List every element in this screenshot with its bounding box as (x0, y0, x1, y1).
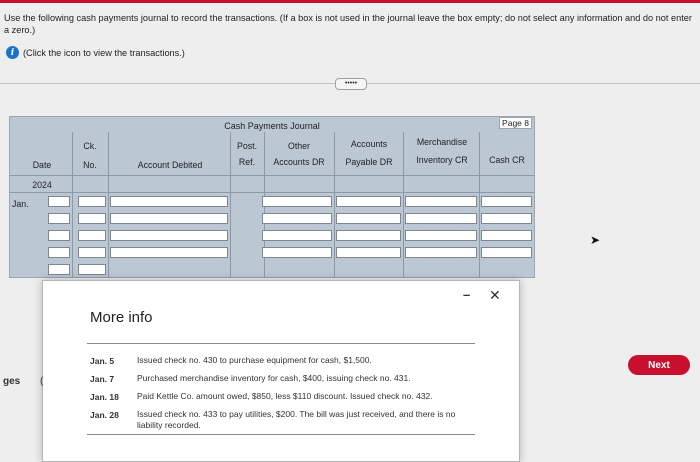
date-input[interactable] (48, 264, 70, 275)
other-accounts-input[interactable] (262, 213, 332, 224)
transaction-date: Jan. 18 (90, 392, 119, 402)
header-date: Date (32, 160, 52, 170)
other-accounts-input[interactable] (262, 230, 332, 241)
grid-line (479, 132, 480, 277)
cash-cr-input[interactable] (481, 196, 532, 207)
date-input[interactable] (48, 247, 70, 258)
journal-title: Cash Payments Journal (224, 121, 320, 131)
account-debited-input[interactable] (110, 196, 228, 207)
top-accent-bar (0, 0, 700, 3)
account-debited-input[interactable] (110, 213, 228, 224)
transaction-description: Issued check no. 433 to pay utilities, $… (137, 409, 456, 430)
check-number-input[interactable] (78, 196, 106, 207)
more-info-dialog: – ✕ More info Jan. 5 Issued check no. 43… (42, 280, 520, 462)
next-button[interactable]: Next (628, 355, 690, 375)
accounts-payable-input[interactable] (336, 247, 401, 258)
date-input[interactable] (48, 213, 70, 224)
merchandise-inventory-input[interactable] (405, 196, 477, 207)
date-input[interactable] (48, 196, 70, 207)
grid-line (334, 132, 335, 277)
check-number-input[interactable] (78, 213, 106, 224)
grid-line (108, 132, 109, 277)
header-cash: Cash CR (489, 155, 525, 165)
header-other-bottom: Accounts DR (273, 157, 325, 167)
expand-button[interactable]: ••••• (335, 78, 367, 90)
header-account-debited: Account Debited (137, 160, 203, 170)
background-fragment-text: ges (3, 376, 21, 387)
check-number-input[interactable] (78, 264, 106, 275)
transaction-date: Jan. 7 (90, 374, 115, 384)
transaction-description: Issued check no. 430 to purchase equipme… (137, 355, 372, 365)
transaction-description: Paid Kettle Co. amount owed, $850, less … (137, 391, 433, 401)
cash-cr-input[interactable] (481, 213, 532, 224)
date-input[interactable] (48, 230, 70, 241)
transactions-list: Jan. 5 Issued check no. 430 to purchase … (87, 343, 475, 435)
header-ap-top: Accounts (350, 139, 388, 149)
account-debited-input[interactable] (110, 230, 228, 241)
grid-line (72, 132, 73, 277)
accounts-payable-input[interactable] (336, 196, 401, 207)
header-ck-bottom: No. (83, 160, 97, 170)
header-post-top: Post. (236, 141, 258, 151)
accounts-payable-input[interactable] (336, 213, 401, 224)
header-post-bottom: Ref. (238, 157, 256, 167)
check-number-input[interactable] (78, 230, 106, 241)
check-number-input[interactable] (78, 247, 106, 258)
transaction-description: Purchased merchandise inventory for cash… (137, 373, 411, 383)
merchandise-inventory-input[interactable] (405, 230, 477, 241)
page-number: Page 8 (499, 117, 532, 129)
info-icon[interactable]: i (6, 46, 19, 59)
other-accounts-input[interactable] (262, 196, 332, 207)
grid-line (403, 132, 404, 277)
cash-cr-input[interactable] (481, 230, 532, 241)
grid-line (10, 192, 534, 193)
merchandise-inventory-input[interactable] (405, 247, 477, 258)
cash-payments-journal: Cash Payments Journal Page 8 Date Ck. No… (9, 116, 535, 278)
month-label: Jan. (12, 199, 29, 209)
account-debited-input[interactable] (110, 247, 228, 258)
transaction-date: Jan. 5 (90, 356, 115, 366)
grid-line (230, 132, 231, 277)
mouse-cursor-icon: ➤ (590, 233, 601, 247)
instructions-text: Use the following cash payments journal … (4, 13, 692, 35)
transaction-date: Jan. 28 (90, 410, 119, 420)
header-ap-bottom: Payable DR (345, 157, 393, 167)
header-merch-bottom: Inventory CR (416, 155, 468, 165)
dialog-title: More info (90, 309, 153, 326)
header-ck-top: Ck. (83, 141, 97, 151)
info-link-text[interactable]: (Click the icon to view the transactions… (23, 48, 185, 58)
accounts-payable-input[interactable] (336, 230, 401, 241)
info-link-row[interactable]: i (Click the icon to view the transactio… (6, 46, 185, 59)
close-icon[interactable]: ✕ (489, 287, 501, 304)
header-merch-top: Merchandise (416, 137, 468, 147)
merchandise-inventory-input[interactable] (405, 213, 477, 224)
year-label: 2024 (32, 180, 52, 190)
header-other-top: Other (287, 141, 310, 151)
minimize-button[interactable]: – (463, 287, 470, 302)
cash-cr-input[interactable] (481, 247, 532, 258)
grid-line (10, 175, 534, 176)
background-fragment-text: ( (40, 376, 44, 387)
other-accounts-input[interactable] (262, 247, 332, 258)
